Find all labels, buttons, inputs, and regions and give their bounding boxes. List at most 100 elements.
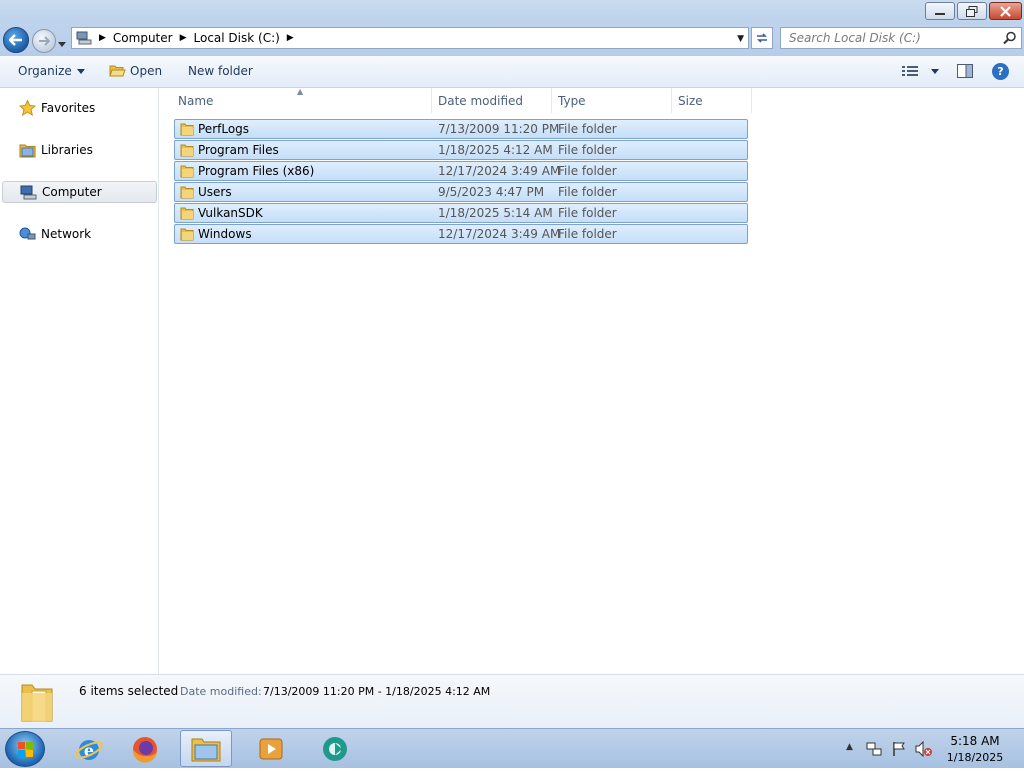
network-tray-icon[interactable] [866,741,882,757]
sidebar-item-favorites[interactable]: Favorites [2,97,157,119]
taskbar-firefox[interactable] [119,730,171,767]
action-center-flag-icon[interactable] [891,741,907,757]
new-folder-label: New folder [188,64,253,78]
change-view-button[interactable] [902,65,939,77]
minimize-icon [935,13,945,15]
taskbar-media-player[interactable] [245,730,297,767]
file-date: 12/17/2024 3:49 AM [438,164,561,178]
breadcrumb-arrow-icon[interactable]: ▶ [99,33,106,43]
column-header-date-modified[interactable]: Date modified [432,88,552,113]
address-bar[interactable]: ▶ Computer ▶ Local Disk (C:) ▶ ▼ [71,27,749,49]
column-header-label: Date modified [438,93,524,108]
restore-button[interactable] [957,2,987,20]
file-name: VulkanSDK [198,206,263,220]
folder-stack-icon [21,684,53,722]
table-row[interactable]: Program Files (x86) 12/17/2024 3:49 AM F… [174,161,748,181]
column-header-size[interactable]: Size [672,88,752,113]
table-row[interactable]: Windows 12/17/2024 3:49 AM File folder [174,224,748,244]
file-name: PerfLogs [198,122,250,136]
file-type: File folder [558,122,617,136]
organize-label: Organize [18,64,72,78]
sidebar-item-network[interactable]: Network [2,223,157,245]
file-type: File folder [558,143,617,157]
table-row[interactable]: PerfLogs 7/13/2009 11:20 PM File folder [174,119,748,139]
column-header-name[interactable]: Name [172,88,432,113]
taskbar-windows-explorer[interactable] [180,730,232,767]
navigation-pane: Favorites Libraries Computer Network [0,88,159,674]
sidebar-item-label: Libraries [41,143,93,157]
breadcrumb-local-disk[interactable]: Local Disk (C:) [194,31,280,45]
date-modified-value: 7/13/2009 11:20 PM - 1/18/2025 4:12 AM [263,685,491,698]
search-box [780,27,1022,49]
show-hidden-icons-button[interactable]: ▲ [846,742,853,752]
file-type: File folder [558,206,617,220]
breadcrumb: ▶ Computer ▶ Local Disk (C:) ▶ [92,28,301,48]
breadcrumb-arrow-icon[interactable]: ▶ [180,33,187,43]
file-type: File folder [558,227,617,241]
refresh-icon [757,33,767,43]
open-label: Open [130,64,163,78]
windows-logo-icon [18,742,33,757]
file-name: Program Files [198,143,279,157]
close-button[interactable] [989,2,1022,20]
new-folder-button[interactable]: New folder [188,64,253,78]
file-date: 1/18/2025 4:12 AM [438,143,553,157]
file-name: Program Files (x86) [198,164,315,178]
folder-icon [180,207,194,220]
column-header-type[interactable]: Type [552,88,672,113]
column-header-label: Type [558,93,586,108]
firefox-icon [132,736,157,763]
search-icon[interactable] [1003,31,1017,45]
organize-button[interactable]: Organize [18,64,85,78]
taskbar-internet-explorer[interactable]: e [63,730,115,767]
taskbar-app[interactable] [309,730,361,767]
table-row[interactable]: Users 9/5/2023 4:47 PM File folder [174,182,748,202]
star-icon [19,100,36,116]
preview-pane-button[interactable] [957,64,973,78]
computer-icon [76,31,92,45]
folder-icon [180,186,194,199]
command-bar: Organize Open New folder ? [0,56,1024,88]
minimize-button[interactable] [925,2,955,20]
libraries-icon [19,144,36,157]
forward-button[interactable] [32,29,56,53]
folder-icon [180,144,194,157]
refresh-button[interactable] [751,27,773,49]
back-arrow-icon [9,34,22,46]
sidebar-item-libraries[interactable]: Libraries [2,139,157,161]
network-icon [19,227,36,239]
address-dropdown-icon[interactable]: ▼ [737,34,744,44]
chevron-down-icon [58,42,66,47]
folder-icon [180,228,194,241]
internet-explorer-icon: e [75,739,103,760]
file-date: 7/13/2009 11:20 PM [438,122,560,136]
open-button[interactable]: Open [109,64,162,78]
folder-icon [180,165,194,178]
sidebar-item-label: Computer [42,185,102,199]
back-button[interactable] [3,27,29,53]
window-title-bar [0,0,1024,24]
preview-pane-icon [957,64,973,78]
file-date: 1/18/2025 5:14 AM [438,206,553,220]
clock-date[interactable]: 1/18/2025 [940,751,1010,764]
details-pane: 6 items selected Date modified: 7/13/200… [0,674,1024,728]
clock-time[interactable]: 5:18 AM [945,734,1005,748]
open-folder-icon [109,65,126,77]
column-header-label: Name [178,93,214,108]
search-input[interactable] [781,28,997,48]
forward-arrow-icon [39,36,50,46]
file-type: File folder [558,164,617,178]
breadcrumb-computer[interactable]: Computer [113,31,173,45]
start-button[interactable] [5,731,45,767]
file-date: 12/17/2024 3:49 AM [438,227,561,241]
table-row[interactable]: Program Files 1/18/2025 4:12 AM File fol… [174,140,748,160]
volume-muted-icon[interactable] [915,741,933,757]
breadcrumb-arrow-icon[interactable]: ▶ [287,33,294,43]
help-button[interactable]: ? [992,63,1009,80]
sidebar-item-computer[interactable]: Computer [2,181,157,203]
table-row[interactable]: VulkanSDK 1/18/2025 5:14 AM File folder [174,203,748,223]
help-icon: ? [997,65,1004,78]
recent-pages-dropdown[interactable] [58,36,66,50]
sidebar-item-label: Favorites [41,101,96,115]
windows-explorer-icon [191,738,221,761]
